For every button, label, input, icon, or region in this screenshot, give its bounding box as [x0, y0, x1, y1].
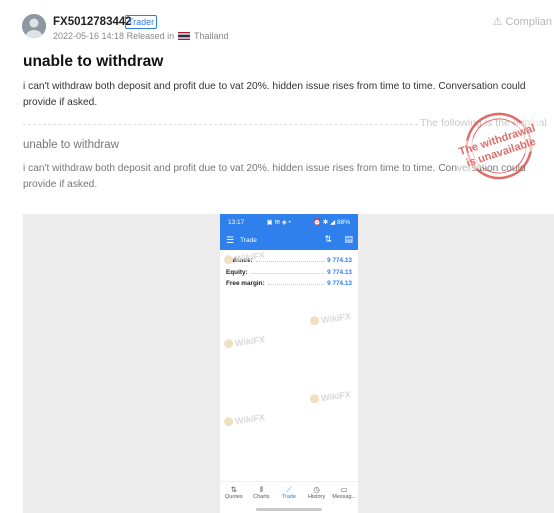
status-battery: ⏰ ✱ ◢ 88% — [313, 219, 350, 226]
post-meta: 2022-05-16 14:18 Released in Thailand — [53, 31, 229, 41]
nav-quotes: ⇅ Quotes — [221, 485, 247, 505]
quotes-icon: ⇅ — [230, 485, 237, 494]
nav-charts: ⫴ Charts — [248, 485, 274, 505]
history-icon: ◷ — [313, 485, 320, 494]
sort-icon: ⇅ — [324, 234, 332, 244]
status-icons: ▣ ✉ ◈ • — [266, 219, 291, 226]
post-date: 2022-05-16 14:18 — [53, 31, 125, 41]
complain-button[interactable]: ⚠ Complian — [493, 15, 552, 28]
original-title: unable to withdraw — [23, 139, 119, 151]
attachment-screenshot[interactable]: 13:17 ▣ ✉ ◈ • ⏰ ✱ ◢ 88% ☰ Trade ⇅ ▤ Bala… — [220, 214, 358, 513]
screen-title: Trade — [240, 236, 257, 244]
wikifx-watermark: WikiFX — [309, 389, 351, 405]
nav-trade: ⟋ Trade — [276, 485, 302, 505]
new-order-icon: ▤ — [344, 234, 353, 244]
battery-percent: 88% — [336, 219, 350, 226]
wikifx-watermark: WikiFX — [223, 334, 265, 350]
post-title: unable to withdraw — [23, 53, 164, 70]
thailand-flag-icon — [177, 32, 190, 40]
home-indicator — [256, 508, 322, 511]
avatar[interactable] — [22, 14, 46, 38]
released-in-label: Released in — [126, 31, 175, 41]
phone-status-bar: 13:17 ▣ ✉ ◈ • ⏰ ✱ ◢ 88% — [220, 214, 358, 230]
charts-icon: ⫴ — [259, 485, 263, 494]
trader-badge: Trader — [125, 15, 158, 29]
equity-row: Equity: 9 774.13 — [226, 269, 352, 276]
phone-app-bar: ☰ Trade ⇅ ▤ — [220, 230, 358, 250]
messages-icon: ▭ — [340, 485, 348, 494]
country-label: Thailand — [193, 31, 229, 41]
wikifx-watermark: WikiFX — [223, 412, 265, 428]
phone-bottom-nav: ⇅ Quotes ⫴ Charts ⟋ Trade ◷ History ▭ Messag.… — [220, 481, 358, 505]
menu-icon: ☰ — [226, 234, 235, 245]
username[interactable]: FX5012783442 — [53, 16, 132, 28]
nav-history: ◷ History — [304, 485, 330, 505]
complain-label: Complian — [505, 16, 552, 28]
warning-icon: ⚠ — [492, 16, 503, 28]
withdrawal-unavailable-stamp: The withdrawal is unavailable — [450, 112, 548, 180]
trade-icon: ⟋ — [286, 485, 292, 494]
wikifx-watermark: WikiFX — [309, 311, 351, 327]
nav-messages: ▭ Messag... — [332, 485, 357, 500]
divider — [23, 124, 418, 125]
free-margin-row: Free margin: 9 774.13 — [226, 280, 352, 287]
status-time: 13:17 — [228, 218, 245, 226]
